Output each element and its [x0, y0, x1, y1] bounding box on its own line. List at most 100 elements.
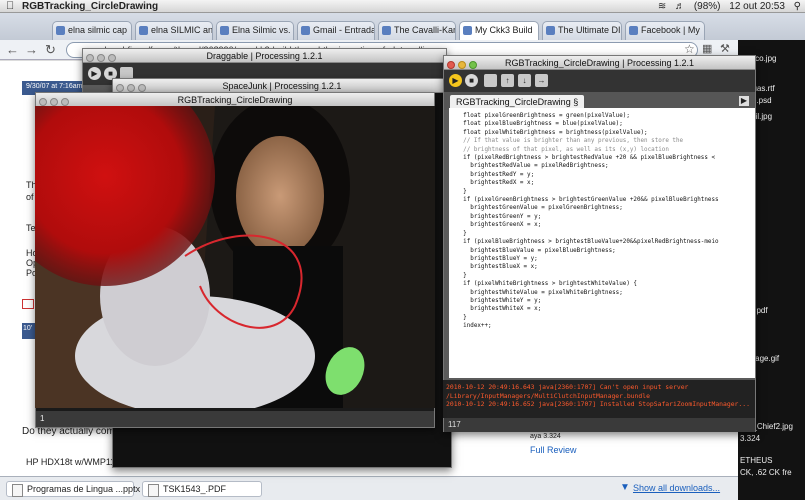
desktop-file[interactable]: 3.324 [740, 434, 760, 443]
console-message: /Library/InputManagers/MultiClutchInputM… [446, 391, 650, 400]
code-line: } [449, 188, 467, 195]
code-line: brightestRedY = y; [449, 171, 535, 178]
code-line: float pixelGreenBrightness = green(pixel… [449, 113, 630, 119]
post-date: 9/30/07 at 7:16am [26, 83, 83, 90]
window-titlebar[interactable]: Draggable | Processing 1.2.1 [83, 49, 446, 63]
code-line: brightestGreenY = y; [449, 213, 542, 220]
window-titlebar[interactable]: SpaceJunk | Processing 1.2.1 [113, 79, 451, 93]
browser-tab[interactable]: Facebook | My [625, 21, 705, 40]
favicon-icon [139, 26, 148, 35]
forward-arrow-icon[interactable]: → [25, 42, 38, 57]
spotlight-icon[interactable]: ⚲ [794, 1, 801, 12]
post-text: of [26, 192, 34, 202]
code-line: if (pixelGreenBrightness > brightestGree… [449, 197, 719, 204]
code-line: // brightness of that pixel, as well as … [449, 146, 669, 153]
download-bar: Programas de Lingua ...pptx TSK1543_.PDF… [0, 476, 738, 500]
battery-status[interactable]: (98%) [694, 1, 721, 12]
code-line: brightestBlueY = y; [449, 255, 538, 262]
report-icon[interactable] [22, 299, 34, 309]
code-line: brightestWhiteX = x; [449, 306, 542, 313]
processing-toolbar: ▶ ■ ↑ ↓ → [444, 70, 755, 92]
window-titlebar[interactable]: RGBTracking_CircleDrawing [36, 93, 434, 107]
code-editor[interactable]: float pixelGreenBrightness = green(pixel… [449, 108, 755, 378]
code-line: brightestRedValue = pixelRedBrightness; [449, 163, 609, 170]
code-line: brightestBlueX = x; [449, 264, 538, 271]
page-menu-icon[interactable]: ▦ [702, 42, 712, 55]
sketch-status-bar: 1 [36, 411, 434, 427]
side-badge: 10' [22, 323, 36, 339]
browser-tab[interactable]: The Ultimate DI [542, 21, 622, 40]
back-arrow-icon[interactable]: ← [6, 42, 19, 57]
download-item[interactable]: TSK1543_.PDF [142, 481, 262, 497]
code-line: brightestBlueValue = pixelBlueBrightness… [449, 247, 616, 254]
code-line: brightestRedX = x; [449, 180, 535, 187]
desktop-file[interactable]: CK, .62 CK fre [740, 468, 792, 477]
minimize-icon[interactable] [458, 61, 466, 69]
desktop-file[interactable]: ETHEUS [740, 456, 772, 465]
volume-icon[interactable]: ♬ [675, 1, 685, 12]
browser-tab[interactable]: elna silmic cap [52, 21, 132, 40]
browser-tab-active[interactable]: My Ckk3 Build [459, 21, 539, 40]
active-app-name[interactable]: RGBTracking_CircleDrawing [22, 0, 158, 13]
minimize-icon[interactable] [50, 98, 58, 106]
webcam-sketch-canvas[interactable] [35, 106, 435, 408]
code-line: brightestGreenValue = pixelGreenBrightne… [449, 205, 623, 212]
minimize-icon[interactable] [127, 84, 135, 92]
stop-icon[interactable]: ■ [465, 74, 478, 87]
zoom-icon[interactable] [469, 61, 477, 69]
zoom-icon[interactable] [61, 98, 69, 106]
reload-icon[interactable]: ↻ [45, 42, 56, 58]
tab-menu-icon[interactable]: ▶ [739, 96, 749, 106]
code-line: index++; [449, 323, 492, 330]
favicon-icon [546, 26, 555, 35]
run-icon[interactable]: ▶ [449, 74, 462, 87]
code-line: if (pixelBlueBrightness > brightestBlueV… [449, 239, 719, 246]
code-line: brightestWhiteY = y; [449, 297, 542, 304]
zoom-icon[interactable] [138, 84, 146, 92]
close-icon[interactable] [116, 84, 124, 92]
line-number: 117 [448, 420, 461, 429]
line-number-bar: 117 [444, 417, 755, 432]
close-icon[interactable] [86, 54, 94, 62]
save-icon[interactable]: ↓ [518, 74, 531, 87]
favicon-icon [301, 26, 310, 35]
console-output: 2010-10-12 20:49:16.643 java[2360:1707] … [443, 380, 755, 418]
close-icon[interactable] [39, 98, 47, 106]
console-message: 2010-10-12 20:49:16.643 java[2360:1707] … [446, 383, 689, 391]
minimize-icon[interactable] [97, 54, 105, 62]
wifi-icon[interactable]: ≋ [658, 1, 666, 12]
wrench-icon[interactable]: ⚒ [720, 42, 730, 55]
browser-tab[interactable]: Elna Silmic vs. S [216, 21, 294, 40]
show-all-downloads-link[interactable]: Show all downloads... [633, 483, 720, 493]
clock[interactable]: 12 out 20:53 [729, 1, 785, 12]
new-icon[interactable] [484, 74, 497, 87]
download-item[interactable]: Programas de Lingua ...pptx [6, 481, 140, 497]
browser-tab[interactable]: Gmail - Entrada [297, 21, 375, 40]
export-icon[interactable]: → [535, 74, 548, 87]
browser-tab-bar: elna silmic cap elna SILMIC and Elna Sil… [0, 13, 805, 40]
open-icon[interactable]: ↑ [501, 74, 514, 87]
apple-menu-icon[interactable]:  [6, 0, 14, 13]
window-title: RGBTracking_CircleDrawing [177, 95, 293, 105]
download-arrow-icon: ▼ [620, 482, 630, 493]
window-title: RGBTracking_CircleDrawing | Processing 1… [504, 58, 695, 68]
window-titlebar[interactable]: RGBTracking_CircleDrawing | Processing 1… [444, 56, 755, 70]
window-title: Draggable | Processing 1.2.1 [206, 51, 323, 61]
window-title: SpaceJunk | Processing 1.2.1 [222, 81, 342, 91]
code-line: float pixelWhiteBrightness = brightness(… [449, 129, 648, 136]
browser-tab[interactable]: The Cavalli-Kam [378, 21, 456, 40]
run-icon[interactable]: ▶ [88, 67, 101, 80]
close-icon[interactable] [447, 61, 455, 69]
zoom-icon[interactable] [108, 54, 116, 62]
browser-tab[interactable]: elna SILMIC and [135, 21, 213, 40]
bookmark-star-icon[interactable]: ☆ [684, 42, 695, 56]
console-message: 2010-10-12 20:49:16.652 java[2360:1707] … [446, 400, 750, 408]
favicon-icon [463, 26, 472, 35]
full-review-link[interactable]: Full Review [530, 445, 577, 455]
code-line: } [449, 230, 467, 237]
code-line: float pixelBlueBrightness = blue(pixelVa… [449, 121, 623, 128]
webcam-frame [35, 106, 435, 408]
menu-extras: ≋ ♬ (98%) 12 out 20:53 ⚲ [652, 0, 801, 13]
code-line: // If that value is brighter than any pr… [449, 138, 684, 145]
code-line: if (pixelWhiteBrightness > brightestWhit… [449, 281, 637, 288]
